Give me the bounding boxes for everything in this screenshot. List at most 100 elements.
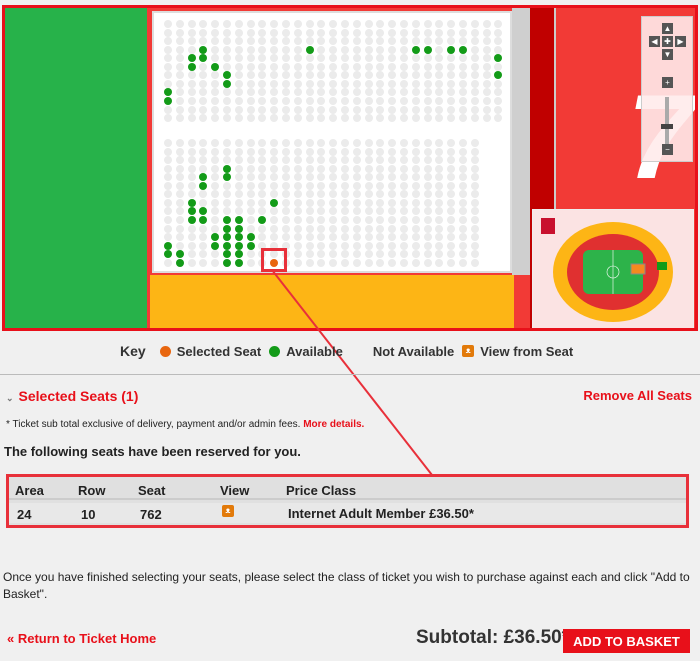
- available-seat[interactable]: [175, 250, 184, 259]
- unavailable-seat: [388, 45, 397, 54]
- available-seat[interactable]: [270, 198, 279, 207]
- available-seat[interactable]: [234, 250, 243, 259]
- zoom-slider[interactable]: [665, 97, 669, 145]
- available-seat[interactable]: [494, 54, 503, 63]
- available-seat[interactable]: [447, 45, 456, 54]
- unavailable-seat: [423, 241, 432, 250]
- available-seat[interactable]: [164, 88, 172, 97]
- unavailable-seat: [293, 258, 302, 267]
- available-seat[interactable]: [211, 62, 220, 71]
- view-from-seat-icon[interactable]: ᴥ: [222, 505, 234, 517]
- selected-seats-toggle[interactable]: ⌄ Selected Seats (1): [6, 388, 138, 404]
- available-seat[interactable]: [187, 62, 196, 71]
- available-seat[interactable]: [234, 224, 243, 233]
- available-seat[interactable]: [223, 258, 231, 267]
- unavailable-seat: [211, 258, 220, 267]
- available-seat[interactable]: [211, 241, 220, 250]
- available-seat[interactable]: [164, 250, 172, 259]
- seat-map[interactable]: 7 ▲ ◀ ✚ ▶ ▼ + −: [2, 5, 698, 331]
- seat-grid[interactable]: [152, 11, 512, 273]
- pan-up-icon[interactable]: ▲: [662, 23, 673, 34]
- add-to-basket-button[interactable]: ADD TO BASKET: [563, 629, 690, 653]
- unavailable-seat: [258, 96, 267, 105]
- available-seat[interactable]: [246, 233, 255, 242]
- unavailable-seat: [305, 250, 314, 259]
- unavailable-seat: [305, 139, 314, 147]
- unavailable-seat: [329, 79, 338, 88]
- available-seat[interactable]: [199, 173, 208, 182]
- unavailable-seat: [470, 62, 479, 71]
- available-seat[interactable]: [199, 54, 208, 63]
- legend-title: Key: [120, 343, 146, 359]
- available-seat[interactable]: [223, 250, 231, 259]
- available-seat[interactable]: [223, 173, 231, 182]
- pan-down-icon[interactable]: ▼: [662, 49, 673, 60]
- available-seat[interactable]: [211, 233, 220, 242]
- unavailable-seat: [223, 54, 231, 63]
- more-details-link[interactable]: More details.: [303, 419, 364, 430]
- available-seat[interactable]: [234, 258, 243, 267]
- available-seat[interactable]: [199, 181, 208, 190]
- header-area: Area: [15, 483, 44, 498]
- available-seat[interactable]: [199, 207, 208, 216]
- available-seat[interactable]: [223, 71, 231, 80]
- available-seat[interactable]: [223, 241, 231, 250]
- unavailable-seat: [223, 147, 231, 156]
- unavailable-seat: [459, 164, 467, 173]
- available-seat[interactable]: [423, 45, 432, 54]
- unavailable-seat: [282, 28, 290, 37]
- unavailable-seat: [435, 62, 444, 71]
- unavailable-seat: [411, 190, 420, 199]
- unavailable-seat: [352, 173, 361, 182]
- pan-right-icon[interactable]: ▶: [675, 36, 686, 47]
- available-seat[interactable]: [411, 45, 420, 54]
- unavailable-seat: [459, 156, 467, 165]
- return-to-ticket-home-link[interactable]: « Return to Ticket Home: [7, 631, 156, 646]
- available-seat[interactable]: [199, 45, 208, 54]
- pan-left-icon[interactable]: ◀: [649, 36, 660, 47]
- unavailable-seat: [400, 20, 408, 28]
- available-seat[interactable]: [187, 54, 196, 63]
- unavailable-seat: [223, 207, 231, 216]
- available-seat[interactable]: [494, 71, 503, 80]
- unavailable-seat: [270, 28, 279, 37]
- zoom-out-icon[interactable]: −: [662, 144, 673, 155]
- unavailable-seat: [282, 147, 290, 156]
- available-seat[interactable]: [187, 207, 196, 216]
- stadium-minimap[interactable]: [532, 209, 694, 328]
- available-seat[interactable]: [223, 233, 231, 242]
- unavailable-seat: [352, 71, 361, 80]
- pan-center-icon[interactable]: ✚: [662, 36, 673, 47]
- unavailable-seat: [400, 79, 408, 88]
- available-seat[interactable]: [459, 45, 467, 54]
- unavailable-seat: [211, 20, 220, 28]
- available-seat[interactable]: [164, 241, 172, 250]
- available-seat[interactable]: [258, 215, 267, 224]
- available-seat[interactable]: [223, 164, 231, 173]
- unavailable-seat: [423, 114, 432, 123]
- zoom-in-icon[interactable]: +: [662, 77, 673, 88]
- unavailable-seat: [329, 164, 338, 173]
- unavailable-seat: [175, 224, 184, 233]
- unavailable-seat: [341, 181, 349, 190]
- available-seat[interactable]: [187, 215, 196, 224]
- unavailable-seat: [305, 224, 314, 233]
- unavailable-seat: [341, 28, 349, 37]
- available-seat[interactable]: [223, 224, 231, 233]
- remove-all-seats-link[interactable]: Remove All Seats: [583, 388, 692, 403]
- available-seat[interactable]: [164, 96, 172, 105]
- unavailable-seat: [470, 79, 479, 88]
- available-seat[interactable]: [234, 215, 243, 224]
- available-seat[interactable]: [246, 241, 255, 250]
- available-seat[interactable]: [187, 198, 196, 207]
- available-seat[interactable]: [199, 215, 208, 224]
- unavailable-seat: [305, 105, 314, 114]
- available-seat[interactable]: [175, 258, 184, 267]
- available-seat[interactable]: [223, 79, 231, 88]
- available-seat[interactable]: [305, 45, 314, 54]
- unavailable-seat: [411, 147, 420, 156]
- available-seat[interactable]: [223, 215, 231, 224]
- zoom-slider-thumb[interactable]: [661, 124, 673, 129]
- available-seat[interactable]: [234, 241, 243, 250]
- available-seat[interactable]: [234, 233, 243, 242]
